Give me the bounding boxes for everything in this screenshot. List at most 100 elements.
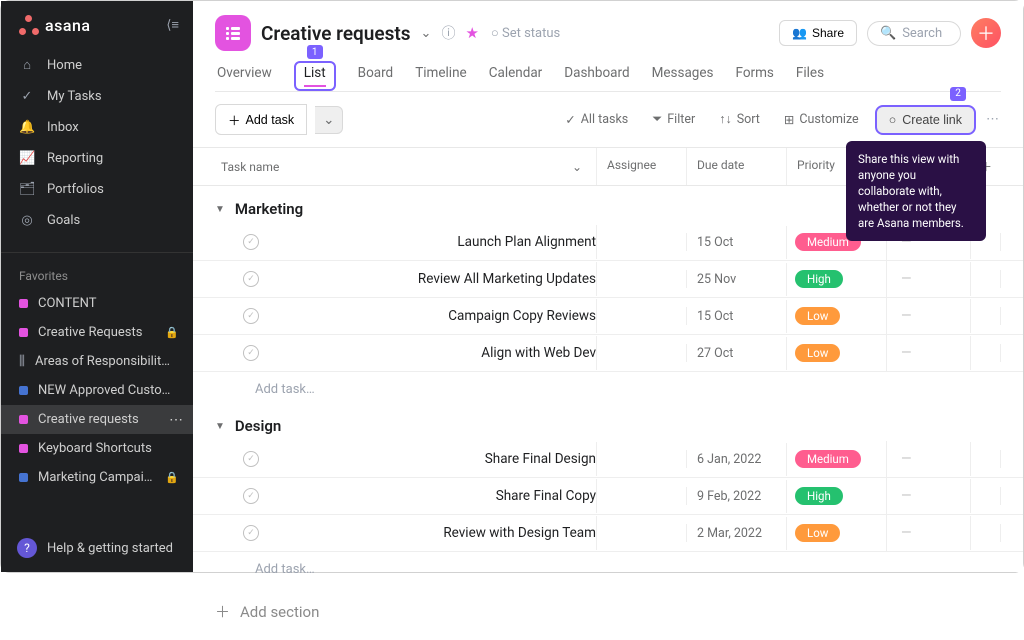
sort-button[interactable]: ↑↓Sort <box>711 107 768 132</box>
priority-pill[interactable]: Medium <box>795 450 861 468</box>
assignee-cell[interactable] <box>597 344 687 362</box>
filter-button[interactable]: ⏷Filter <box>644 107 703 132</box>
project-dropdown-icon[interactable]: ⌄ <box>421 26 432 41</box>
task-row[interactable]: Align with Web Dev27 OctLow— <box>193 335 1023 372</box>
complete-task-icon[interactable] <box>243 488 259 504</box>
assignee-cell[interactable] <box>597 307 687 325</box>
task-row[interactable]: Campaign Copy Reviews15 OctLow— <box>193 298 1023 335</box>
favorite-item[interactable]: Keyboard Shortcuts <box>1 434 193 463</box>
due-date[interactable]: 15 Oct <box>687 235 733 250</box>
assignee-cell[interactable] <box>597 487 687 505</box>
favorite-item[interactable]: CONTENT <box>1 289 193 318</box>
project-info-icon[interactable]: ⓘ <box>441 23 455 43</box>
project-title: Creative requests <box>261 22 411 45</box>
add-task-inline[interactable]: Add task… <box>193 372 1023 403</box>
assignee-cell[interactable] <box>597 524 687 542</box>
tab-timeline[interactable]: Timeline <box>415 65 467 91</box>
project-star-icon[interactable]: ★ <box>465 24 478 42</box>
nav-icon: ⌂ <box>19 57 35 73</box>
section-header[interactable]: ▼ Design <box>193 403 1023 441</box>
due-date[interactable]: 6 Jan, 2022 <box>687 452 761 467</box>
tab-files[interactable]: Files <box>796 65 824 91</box>
sidebar-item-goals[interactable]: ◎Goals <box>1 205 193 236</box>
create-link-tooltip: Share this view with anyone you collabor… <box>846 141 986 241</box>
sidebar-item-inbox[interactable]: 🔔Inbox <box>1 112 193 143</box>
column-due-date[interactable]: Due date <box>687 148 787 185</box>
add-section-button[interactable]: ＋ Add section <box>193 583 1023 640</box>
complete-task-icon[interactable] <box>243 451 259 467</box>
help-label: Help & getting started <box>47 541 173 556</box>
set-status-button[interactable]: ○ Set status <box>491 25 560 41</box>
complete-task-icon[interactable] <box>243 308 259 324</box>
tab-messages[interactable]: Messages <box>652 65 714 91</box>
priority-pill[interactable]: Low <box>795 344 840 362</box>
project-color-dot <box>19 415 28 424</box>
filter-icon: ⏷ <box>652 112 662 127</box>
priority-pill[interactable]: Low <box>795 307 840 325</box>
complete-task-icon[interactable] <box>243 234 259 250</box>
section-name: Design <box>235 417 281 435</box>
complete-task-icon[interactable] <box>243 271 259 287</box>
more-icon[interactable]: ⋯ <box>169 412 183 428</box>
tab-overview[interactable]: Overview <box>217 65 272 91</box>
complete-task-icon[interactable] <box>243 345 259 361</box>
row-end <box>971 450 1001 468</box>
add-task-button[interactable]: ＋ Add task <box>215 104 307 135</box>
add-task-dropdown[interactable]: ⌄ <box>315 106 343 134</box>
assignee-cell[interactable] <box>597 233 687 251</box>
nav-icon: 📈 <box>19 151 35 166</box>
priority-pill[interactable]: Low <box>795 524 840 542</box>
column-task-name[interactable]: Task name⌄ <box>215 148 597 185</box>
due-date[interactable]: 27 Oct <box>687 346 733 361</box>
complete-task-icon[interactable] <box>243 525 259 541</box>
assignee-cell[interactable] <box>597 270 687 288</box>
favorite-item[interactable]: Creative requests⋯ <box>1 405 193 434</box>
collapse-sidebar-icon[interactable]: ⟨≡ <box>166 17 179 33</box>
favorite-item[interactable]: Creative Requests🔒 <box>1 318 193 347</box>
column-assignee[interactable]: Assignee <box>597 148 687 185</box>
project-icon[interactable] <box>215 15 251 51</box>
sidebar-item-home[interactable]: ⌂Home <box>1 49 193 81</box>
tab-label: Files <box>796 65 824 81</box>
search-input[interactable]: 🔍Search <box>867 21 961 46</box>
quick-add-button[interactable]: ＋ <box>971 18 1001 48</box>
customize-button[interactable]: ⊞Customize <box>776 107 867 133</box>
task-row[interactable]: Review All Marketing Updates25 NovHigh— <box>193 261 1023 298</box>
tab-calendar[interactable]: Calendar <box>489 65 543 91</box>
task-row[interactable]: Review with Design Team2 Mar, 2022Low— <box>193 515 1023 552</box>
project-color-dot <box>19 328 28 337</box>
project-color-dot <box>19 299 28 308</box>
add-task-inline[interactable]: Add task… <box>193 552 1023 583</box>
help-link[interactable]: ? Help & getting started <box>1 524 193 572</box>
project-color-dot <box>19 386 28 395</box>
all-tasks-button[interactable]: ✓All tasks <box>557 107 636 133</box>
favorite-item[interactable]: Marketing Campai…🔒 <box>1 463 193 492</box>
create-link-button[interactable]: ○Create link <box>875 105 976 135</box>
more-actions-button[interactable]: ⋯ <box>984 108 1001 131</box>
favorite-item[interactable]: NEW Approved Custo… <box>1 376 193 405</box>
task-title: Campaign Copy Reviews <box>448 308 596 324</box>
tab-forms[interactable]: Forms <box>736 65 774 91</box>
task-row[interactable]: Share Final Design6 Jan, 2022Medium— <box>193 441 1023 478</box>
share-button[interactable]: 👥Share <box>779 20 857 46</box>
assignee-cell[interactable] <box>597 450 687 468</box>
task-row[interactable]: Share Final Copy9 Feb, 2022High— <box>193 478 1023 515</box>
favorites-heading: Favorites <box>1 259 193 289</box>
tab-dashboard[interactable]: Dashboard <box>564 65 629 91</box>
due-date[interactable]: 2 Mar, 2022 <box>687 526 762 541</box>
sidebar-item-my-tasks[interactable]: ✓My Tasks <box>1 81 193 112</box>
sidebar-item-reporting[interactable]: 📈Reporting <box>1 143 193 174</box>
sidebar-item-portfolios[interactable]: 🗂Portfolios <box>1 174 193 205</box>
tab-board[interactable]: Board <box>358 65 394 91</box>
priority-pill[interactable]: High <box>795 487 843 505</box>
priority-pill[interactable]: High <box>795 270 843 288</box>
task-title: Review with Design Team <box>443 525 596 541</box>
section-toggle-icon: ▼ <box>215 421 225 432</box>
favorite-item[interactable]: ⫼Areas of Responsibilit… <box>1 347 193 376</box>
due-date[interactable]: 9 Feb, 2022 <box>687 489 761 504</box>
logo[interactable]: asana <box>19 15 91 35</box>
due-date[interactable]: 15 Oct <box>687 309 733 324</box>
favorite-label: Areas of Responsibilit… <box>35 354 170 369</box>
due-date[interactable]: 25 Nov <box>687 272 736 287</box>
tab-list[interactable]: 1List <box>294 61 336 91</box>
